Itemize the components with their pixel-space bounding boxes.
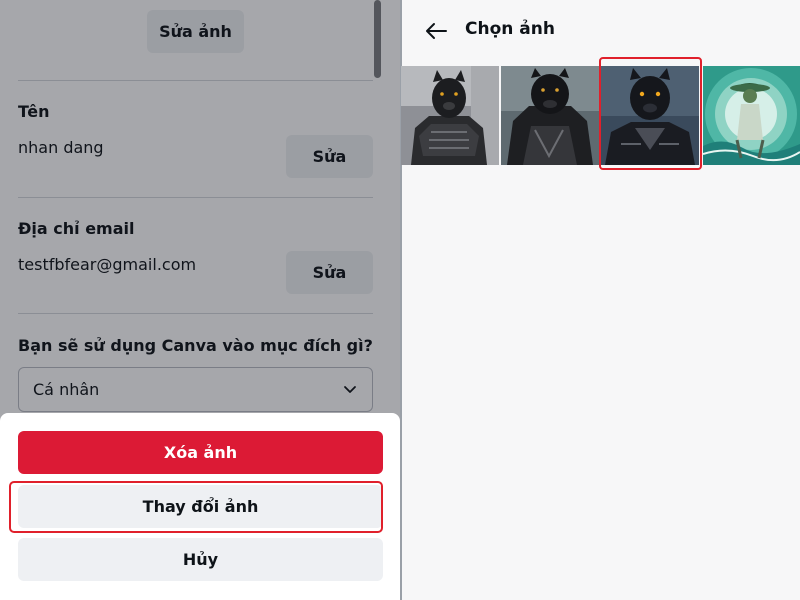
back-button[interactable] bbox=[422, 18, 450, 44]
change-photo-highlight bbox=[9, 481, 383, 533]
photo-thumbnail[interactable] bbox=[401, 66, 499, 165]
photo-picker-panel: Chọn ảnh bbox=[401, 0, 800, 600]
panther-warrior-image bbox=[401, 66, 499, 165]
photo-thumbnail[interactable] bbox=[501, 66, 599, 165]
account-settings-panel: Sửa ảnh Tên nhan dang Sửa Địa chỉ email … bbox=[0, 0, 400, 600]
picker-title: Chọn ảnh bbox=[465, 19, 555, 39]
panther-robe-image bbox=[501, 66, 599, 165]
fisherman-wave-image bbox=[703, 66, 800, 165]
delete-photo-button[interactable]: Xóa ảnh bbox=[18, 431, 383, 474]
arrow-left-icon bbox=[426, 23, 447, 39]
selected-photo-highlight bbox=[599, 57, 702, 170]
cancel-button[interactable]: Hủy bbox=[18, 538, 383, 581]
photo-thumbnail[interactable] bbox=[703, 66, 800, 165]
